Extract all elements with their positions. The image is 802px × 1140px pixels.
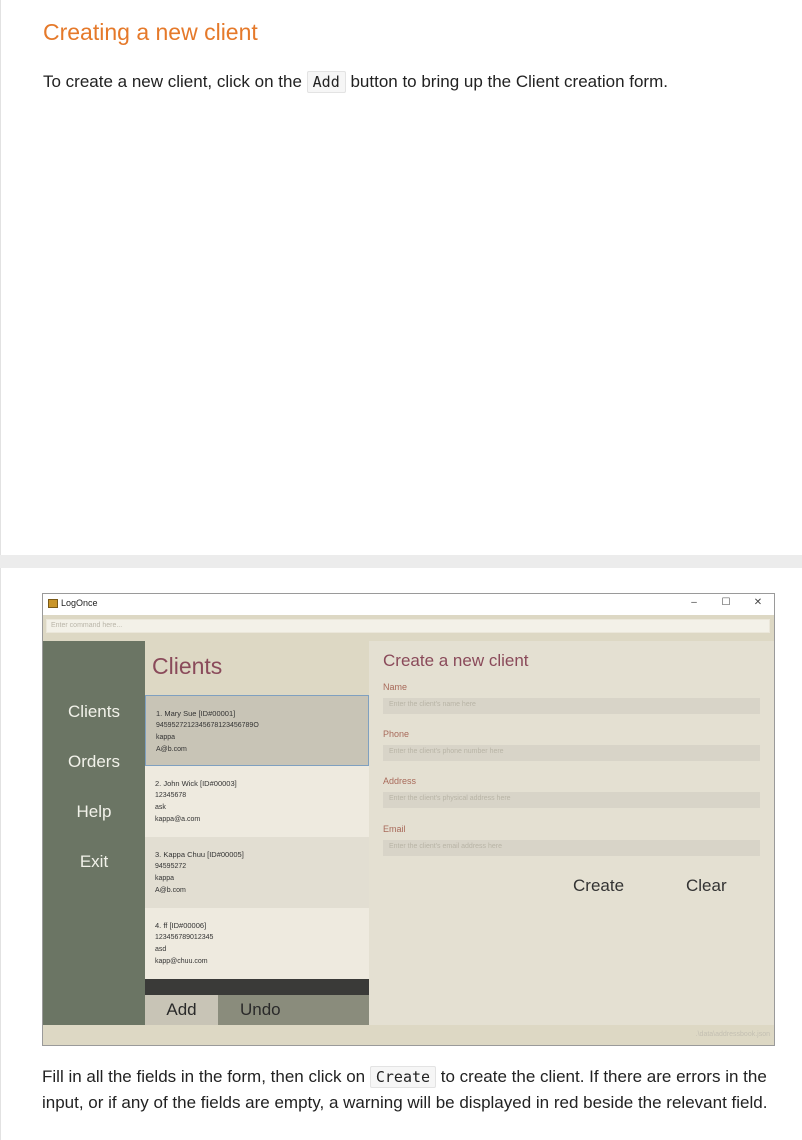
name-field[interactable]: Enter the client's name here: [383, 698, 760, 714]
minimize-icon[interactable]: –: [687, 597, 701, 608]
inline-code-add: Add: [306, 71, 346, 93]
window-title: LogOnce: [61, 598, 98, 608]
list-scroll-bar[interactable]: [145, 979, 369, 995]
intro-text-after: button to bring up the Client creation f…: [345, 72, 668, 91]
create-button[interactable]: Create: [573, 876, 624, 896]
phone-label: Phone: [383, 729, 410, 739]
undo-button[interactable]: Undo: [218, 995, 369, 1025]
clients-panel: Clients 1. Mary Sue [ID#00001] 945952721…: [145, 641, 369, 1025]
doc-card-top: Creating a new client To create a new cl…: [0, 0, 802, 555]
client-address: ask: [155, 804, 166, 811]
inline-code-create: Create: [369, 1066, 437, 1088]
clear-button[interactable]: Clear: [686, 876, 727, 896]
client-address: asd: [155, 946, 167, 953]
client-address: kappa: [155, 875, 175, 882]
storage-path: .\data\addressbook.json: [695, 1031, 770, 1038]
client-header: 2. John Wick [ID#00003]: [155, 779, 237, 788]
app-logo-icon: [48, 599, 58, 608]
sidebar-item-help[interactable]: Help: [43, 802, 145, 822]
clients-title: Clients: [152, 653, 223, 679]
intro-paragraph: To create a new client, click on the Add…: [43, 69, 783, 95]
client-card[interactable]: 2. John Wick [ID#00003] 12345678 ask kap…: [145, 766, 369, 837]
add-button[interactable]: Add: [145, 995, 218, 1025]
section-title: Creating a new client: [43, 19, 258, 45]
sidebar-item-orders[interactable]: Orders: [43, 752, 145, 772]
client-phone: 94595272: [155, 863, 187, 870]
outro-text-before: Fill in all the fields in the form, then…: [42, 1067, 370, 1086]
email-field[interactable]: Enter the client's email address here: [383, 840, 760, 856]
app-screenshot-window: LogOnce – ☐ ✕ Enter command here... Clie…: [42, 593, 775, 1046]
close-icon[interactable]: ✕: [751, 597, 765, 608]
outro-paragraph: Fill in all the fields in the form, then…: [42, 1064, 782, 1116]
client-phone: 12345678: [155, 792, 187, 799]
form-title: Create a new client: [383, 651, 529, 670]
client-card[interactable]: 4. ff [ID#00006] 123456789012345 asd kap…: [145, 908, 369, 979]
client-phone: 123456789012345: [155, 934, 214, 941]
card-separator: [0, 555, 802, 568]
client-email: kappa@a.com: [155, 816, 201, 823]
address-field[interactable]: Enter the client's physical address here: [383, 792, 760, 808]
client-phone: 9459527212345678123456789O: [156, 722, 259, 729]
command-input[interactable]: Enter command here...: [46, 619, 770, 633]
sidebar-item-exit[interactable]: Exit: [43, 852, 145, 872]
client-email: A@b.com: [155, 887, 186, 894]
sidebar-item-clients[interactable]: Clients: [43, 702, 145, 722]
maximize-icon[interactable]: ☐: [719, 597, 733, 608]
client-header: 4. ff [ID#00006]: [155, 921, 207, 930]
client-email: A@b.com: [156, 746, 187, 753]
name-label: Name: [383, 682, 408, 692]
client-address: kappa: [156, 734, 176, 741]
create-client-form: Create a new client Name Enter the clien…: [369, 641, 774, 1025]
client-card[interactable]: 3. Kappa Chuu [ID#00005] 94595272 kappa …: [145, 837, 369, 908]
client-header: 1. Mary Sue [ID#00001]: [156, 709, 236, 718]
status-bar: .\data\addressbook.json: [43, 1025, 774, 1045]
email-label: Email: [383, 824, 406, 834]
client-header: 3. Kappa Chuu [ID#00005]: [155, 850, 244, 859]
client-email: kapp@chuu.com: [155, 958, 208, 965]
window-titlebar: LogOnce – ☐ ✕: [43, 594, 774, 615]
command-bar: Enter command here...: [43, 615, 774, 641]
sidebar: Clients Orders Help Exit: [43, 641, 145, 1025]
client-card[interactable]: 1. Mary Sue [ID#00001] 94595272123456781…: [145, 695, 369, 766]
intro-text-before: To create a new client, click on the: [43, 72, 307, 91]
address-label: Address: [383, 776, 417, 786]
phone-field[interactable]: Enter the client's phone number here: [383, 745, 760, 761]
